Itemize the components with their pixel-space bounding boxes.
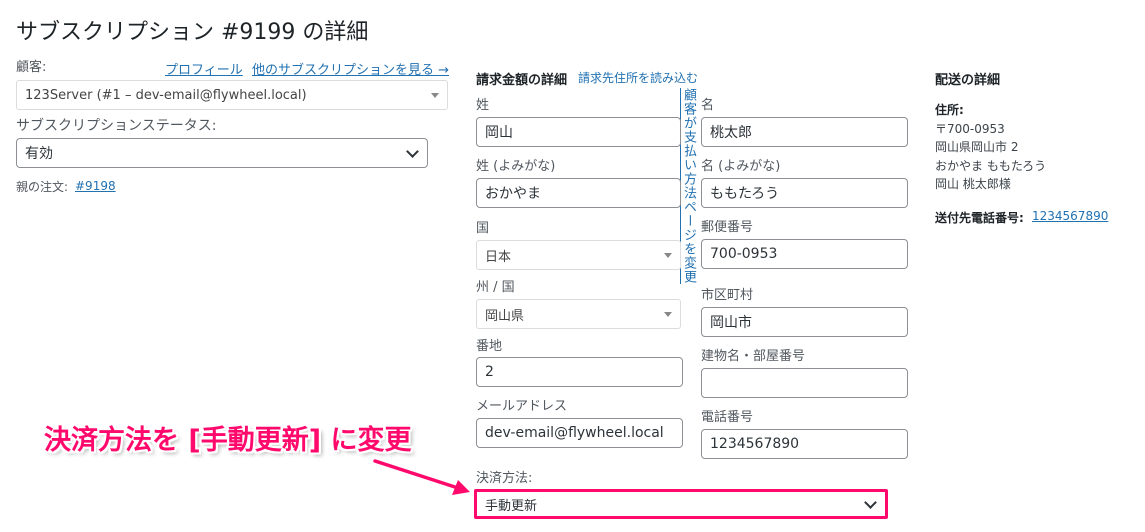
first-name-label: 名 [701,98,715,113]
parent-order-label: 親の注文: [16,180,69,194]
payment-method-value: 手動更新 [485,498,538,514]
dropdown-arrow-icon [431,93,439,98]
chevron-down-icon [864,496,877,509]
city-label: 市区町村 [701,288,754,303]
state-select[interactable]: 岡山県 [476,299,681,329]
last-name-kana-field[interactable]: おかやま [476,178,681,208]
status-select[interactable]: 有効 [16,138,428,168]
postcode-label: 郵便番号 [701,220,754,235]
parent-order-link[interactable]: #9198 [75,179,116,193]
first-name-kana-field[interactable]: ももたろう [701,178,908,208]
shipping-heading: 配送の詳細 [935,73,1001,88]
shipping-phone-label: 送付先電話番号: [935,211,1024,225]
payment-method-select[interactable]: 手動更新 [474,489,888,519]
profile-link[interactable]: プロフィール [165,59,243,78]
dropdown-arrow-icon [664,253,672,258]
customer-label: 顧客: [16,60,47,75]
email-label: メールアドレス [476,399,568,414]
billing-heading: 請求金額の詳細 [476,73,568,88]
shipping-address-line: 〒700-0953 [935,122,1005,136]
first-name-kana-label: 名 (よみがな) [701,159,781,174]
address2-label: 建物名・部屋番号 [701,349,806,364]
phone-label: 電話番号 [701,410,754,425]
email-field[interactable]: dev-email@flywheel.local [476,418,683,448]
shipping-address-line: 岡山県岡山市 2 [935,140,1019,154]
first-name-field[interactable]: 桃太郎 [701,117,908,147]
postcode-field[interactable]: 700-0953 [701,239,908,269]
address1-field[interactable]: 2 [476,357,683,387]
country-select[interactable]: 日本 [476,240,681,270]
country-label: 国 [476,221,490,236]
dropdown-arrow-icon [664,312,672,317]
country-select-value: 日本 [485,249,512,265]
page-title: サブスクリプション #9199 の詳細 [16,20,369,45]
status-label: サブスクリプションステータス: [16,118,217,134]
annotation-arrow-icon [373,459,470,495]
chevron-down-icon [406,145,419,158]
address2-field[interactable] [701,368,908,398]
customer-select-value: 123Server (#1 – dev-email@flywheel.local… [25,87,307,103]
shipping-address-line: 岡山 桃太郎様 [935,177,1011,191]
phone-field[interactable]: 1234567890 [701,429,908,459]
shipping-phone-link[interactable]: 1234567890 [1032,209,1108,223]
load-billing-address-link[interactable]: 請求先住所を読み込む [578,69,698,86]
other-subscriptions-link[interactable]: 他のサブスクリプションを見る → [252,59,449,78]
shipping-address-label: 住所: [935,103,964,117]
customer-select[interactable]: 123Server (#1 – dev-email@flywheel.local… [16,80,448,110]
last-name-label: 姓 [476,98,490,113]
address1-label: 番地 [476,339,503,354]
state-select-value: 岡山県 [485,308,525,324]
payment-method-label: 決済方法: [476,471,533,486]
city-field[interactable]: 岡山市 [701,307,908,337]
last-name-field[interactable]: 岡山 [476,117,681,147]
last-name-kana-label: 姓 (よみがな) [476,159,556,174]
status-select-value: 有効 [25,146,53,162]
state-label: 州 / 国 [476,280,515,295]
shipping-address-line: おかやま ももたろう [935,159,1047,173]
annotation-text: 決済方法を [手動更新] に変更 [44,425,412,456]
change-payment-method-link[interactable]: 顧客が支払い方法ページを変更 [681,88,696,358]
